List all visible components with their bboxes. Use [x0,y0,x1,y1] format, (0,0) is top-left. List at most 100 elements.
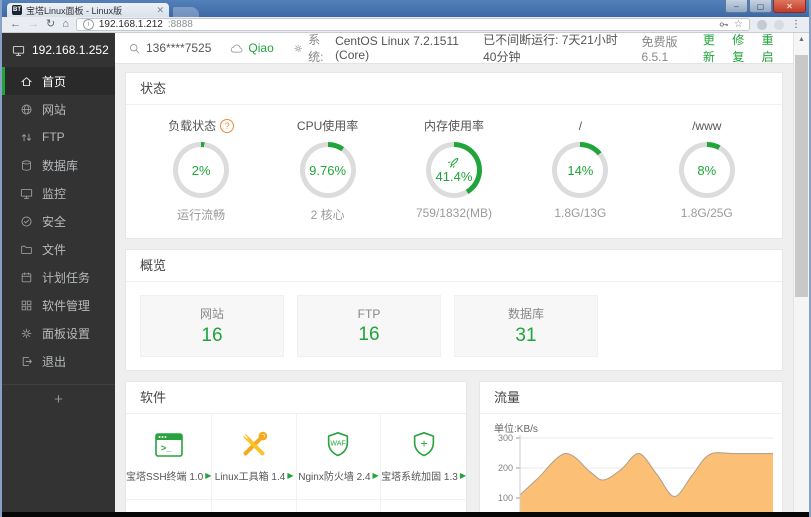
grid-icon [20,299,33,312]
sidebar-item-ftp[interactable]: FTP [2,123,115,151]
overview-ftp[interactable]: FTP 16 [297,295,441,357]
new-tab-button[interactable] [173,7,199,17]
gauge-value: 14% [567,162,594,178]
window-maximize-button[interactable]: ▢ [749,0,772,13]
rocket-icon[interactable] [448,156,460,168]
sidebar-item-website[interactable]: 网站 [2,95,115,123]
gauge-disk-root: / 14% 1.8G/13G [521,118,639,223]
sidebar-item-security[interactable]: 安全 [2,207,115,235]
scroll-thumb[interactable] [795,55,808,297]
software-item-partial[interactable] [212,500,297,512]
svg-text:100: 100 [498,493,513,503]
url-input[interactable]: i 192.168.1.212 :8888 ☆ [75,18,750,31]
gauge-title: 负载状态 [168,119,217,133]
uptime-text: 已不间断运行: 7天21小时40分钟 [483,33,618,64]
scroll-up-arrow-icon[interactable]: ▲ [794,33,809,46]
restart-link[interactable]: 重启 [762,31,780,65]
traffic-chart: 100 200 300 [498,433,774,512]
sidebar-item-label: 首页 [42,74,67,89]
software-label: Linux工具箱 1.4 [214,472,286,483]
repair-link[interactable]: 修复 [732,31,750,65]
sidebar-item-home[interactable]: 首页 [2,67,115,95]
logout-icon [20,355,33,368]
browser-home-icon[interactable]: ⌂ [62,18,69,31]
gauge-title: CPU使用率 [296,119,359,133]
gauge-load: 负载状态? 2% 运行流畅 [142,118,260,223]
software-item-nginx-waf[interactable]: WAF Nginx防火墙 2.4 ▶ [296,414,382,500]
gauge-disk-www: /www 8% 1.8G/25G [648,118,766,223]
gauge-label: 2 核心 [310,208,345,222]
overview-count: 16 [358,323,380,345]
calendar-icon [20,271,33,284]
tab-close-icon[interactable]: ✕ [156,5,164,15]
traffic-card-title: 流量 [480,382,782,414]
sidebar-item-settings[interactable]: 面板设置 [2,319,115,347]
software-label: 宝塔SSH终端 1.0 [126,472,204,483]
sidebar-item-label: 软件管理 [42,298,91,313]
sidebar-item-database[interactable]: 数据库 [2,151,115,179]
gauge-value: 2% [191,162,211,178]
window-close-button[interactable]: ✕ [773,0,806,13]
extension-icon[interactable] [757,19,767,30]
sidebar-add-button[interactable]: + [2,385,115,415]
help-icon[interactable]: ? [220,118,235,133]
plugin-key-icon[interactable] [718,19,729,30]
status-card-title: 状态 [126,73,782,105]
overview-card-title: 概览 [126,250,782,282]
bound-phone[interactable]: 136****7525 [128,41,211,55]
sidebar-item-monitor[interactable]: 监控 [2,179,115,207]
server-ip-row: 192.168.1.252 0 [2,33,131,67]
sidebar-item-label: 监控 [42,186,67,201]
reload-icon[interactable]: ↻ [46,18,55,31]
overview-database[interactable]: 数据库 31 [454,295,598,357]
software-item-system-hardening[interactable]: + 宝塔系统加固 1.3 ▶ [381,414,466,500]
home-icon [20,75,33,88]
back-icon[interactable]: ← [10,18,21,31]
gauge-ring: 9.76% [299,142,356,198]
extension-icon[interactable] [774,19,784,30]
svg-text:>_: >_ [161,443,172,453]
sidebar-item-cron[interactable]: 计划任务 [2,263,115,291]
play-icon: ▶ [459,470,466,480]
gauge-ring: 14% [552,142,609,198]
sidebar-item-files[interactable]: 文件 [2,235,115,263]
sidebar-item-logout[interactable]: 退出 [2,347,115,375]
page-scrollbar[interactable]: ▲ [793,33,809,512]
gauge-label: 1.8G/13G [554,206,607,220]
browser-tab[interactable]: BT 宝塔Linux面板 - Linux版 ✕ [7,3,169,17]
sidebar-item-label: 网站 [42,102,67,117]
tools-icon [243,431,268,456]
account-name[interactable]: Qiao [230,41,274,55]
software-item-ssh-terminal[interactable]: >_ 宝塔SSH终端 1.0 ▶ [126,414,213,500]
software-item-empty [297,500,382,512]
sidebar-item-label: 面板设置 [42,326,91,341]
software-item-linux-toolbox[interactable]: Linux工具箱 1.4 ▶ [212,414,297,500]
forward-icon[interactable]: → [28,18,39,31]
url-port: :8888 [167,19,193,30]
browser-menu-icon[interactable]: ⋮ [791,19,801,30]
sidebar: 192.168.1.252 0 首页 网站 FTP 数据库 监控 [2,33,131,512]
url-host: 192.168.1.212 [98,19,163,30]
window-minimize-button[interactable]: – [725,0,748,13]
bt-favicon-icon: BT [12,5,22,15]
sidebar-item-label: 文件 [42,242,67,257]
tab-title: 宝塔Linux面板 - Linux版 [26,5,123,16]
sidebar-item-label: 数据库 [42,158,79,173]
gauge-title: /www [692,118,722,133]
gauge-title: 内存使用率 [423,119,484,133]
gauge-title: / [578,118,583,133]
site-info-icon[interactable]: i [82,19,94,30]
folder-icon [20,243,33,256]
gauge-label: 运行流畅 [177,208,226,222]
update-link[interactable]: 更新 [703,31,721,65]
software-label: 宝塔系统加固 1.3 [381,472,458,483]
system-info: 系统: CentOS Linux 7.2.1511 (Core) [293,31,464,65]
sidebar-item-software[interactable]: 软件管理 [2,291,115,319]
overview-website[interactable]: 网站 16 [140,295,284,357]
bookmark-star-icon[interactable]: ☆ [734,19,743,30]
software-item-empty [381,500,466,512]
svg-text:WAF: WAF [331,440,346,447]
gauge-value: 41.4% [435,169,473,184]
browser-titlebar: BT 宝塔Linux面板 - Linux版 ✕ – ▢ ✕ [2,0,809,17]
software-item-partial[interactable] [126,500,213,512]
